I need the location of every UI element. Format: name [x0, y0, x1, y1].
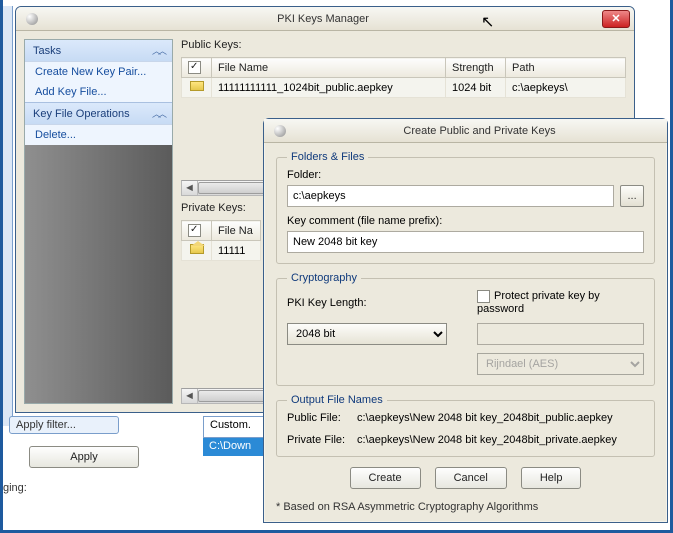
pki-title: PKI Keys Manager [44, 13, 602, 25]
key-length-select[interactable]: 2048 bit [287, 323, 447, 345]
cell-file: 11111111111_1024bit_public.aepkey [212, 78, 446, 98]
envelope-open-icon [190, 244, 204, 254]
col-check[interactable] [182, 58, 212, 78]
browse-folder-button[interactable]: ... [620, 185, 644, 207]
create-button[interactable]: Create [350, 467, 421, 489]
public-file-value: c:\aepkeys\New 2048 bit key_2048bit_publ… [357, 412, 644, 424]
scroll-left-icon[interactable]: ◄ [182, 389, 198, 403]
help-button[interactable]: Help [521, 467, 582, 489]
folders-files-legend: Folders & Files [287, 151, 368, 163]
dialog-titlebar[interactable]: Create Public and Private Keys [264, 119, 667, 143]
apply-filter-field[interactable]: Apply filter... [9, 416, 119, 434]
background-window-edge [3, 6, 13, 426]
cryptography-group: Cryptography PKI Key Length: Protect pri… [276, 272, 655, 386]
chevron-up-icon: ︿︿ [152, 107, 164, 120]
close-button[interactable]: ✕ [602, 10, 630, 28]
key-comment-label: Key comment (file name prefix): [287, 215, 644, 227]
window-icon [26, 13, 38, 25]
background-lower-controls: Apply filter... Custom. C:\Down Apply gi… [3, 416, 283, 526]
key-comment-input[interactable] [287, 231, 644, 253]
private-file-label: Private File: [287, 434, 357, 446]
footnote: * Based on RSA Asymmetric Cryptography A… [276, 501, 655, 513]
ops-header-label: Key File Operations [33, 108, 130, 120]
window-icon [274, 125, 286, 137]
col-check[interactable] [182, 221, 212, 241]
key-length-label: PKI Key Length: [287, 297, 447, 309]
col-file[interactable]: File Na [212, 221, 261, 241]
sidebar-item-create-key-pair[interactable]: Create New Key Pair... [25, 62, 172, 82]
apply-button[interactable]: Apply [29, 446, 139, 468]
tasks-header[interactable]: Tasks ︿︿ [25, 40, 172, 61]
tasks-header-label: Tasks [33, 45, 61, 57]
public-file-label: Public File: [287, 412, 357, 424]
partial-label-ging: ging: [3, 482, 27, 494]
folder-input[interactable] [287, 185, 614, 207]
col-file[interactable]: File Name [212, 58, 446, 78]
col-strength[interactable]: Strength [446, 58, 506, 78]
cell-strength: 1024 bit [446, 78, 506, 98]
table-row[interactable]: 11111111111_1024bit_public.aepkey 1024 b… [182, 78, 626, 98]
dialog-title: Create Public and Private Keys [292, 125, 667, 137]
protect-password-label: Protect private key by password [477, 290, 600, 315]
folder-label: Folder: [287, 169, 644, 181]
create-keys-dialog: Create Public and Private Keys Folders &… [263, 118, 668, 523]
sidebar-item-delete[interactable]: Delete... [25, 125, 172, 145]
col-path[interactable]: Path [506, 58, 626, 78]
table-row[interactable]: 11111 [182, 241, 261, 261]
chevron-up-icon: ︿︿ [152, 44, 164, 57]
envelope-icon [190, 81, 204, 91]
private-file-value: c:\aepkeys\New 2048 bit key_2048bit_priv… [357, 434, 644, 446]
public-keys-label: Public Keys: [181, 39, 626, 51]
sidebar: Tasks ︿︿ Create New Key Pair... Add Key … [16, 31, 181, 412]
private-keys-table: File Na 11111 [181, 220, 261, 261]
public-keys-table: File Name Strength Path 11111111111_1024… [181, 57, 626, 98]
password-input [477, 323, 644, 345]
cell-path: c:\aepkeys\ [506, 78, 626, 98]
sidebar-item-add-key-file[interactable]: Add Key File... [25, 82, 172, 102]
folders-files-group: Folders & Files Folder: ... Key comment … [276, 151, 655, 264]
cryptography-legend: Cryptography [287, 272, 361, 284]
key-file-operations-header[interactable]: Key File Operations ︿︿ [25, 102, 172, 124]
output-file-names-group: Output File Names Public File: c:\aepkey… [276, 394, 655, 457]
output-legend: Output File Names [287, 394, 387, 406]
cell-file: 11111 [212, 241, 261, 261]
cancel-button[interactable]: Cancel [435, 467, 507, 489]
pki-titlebar[interactable]: PKI Keys Manager ✕ [16, 7, 634, 31]
algorithm-select: Rijndael (AES) [477, 353, 644, 375]
scroll-left-icon[interactable]: ◄ [182, 181, 198, 195]
protect-password-checkbox[interactable]: Protect private key by password [477, 290, 600, 315]
